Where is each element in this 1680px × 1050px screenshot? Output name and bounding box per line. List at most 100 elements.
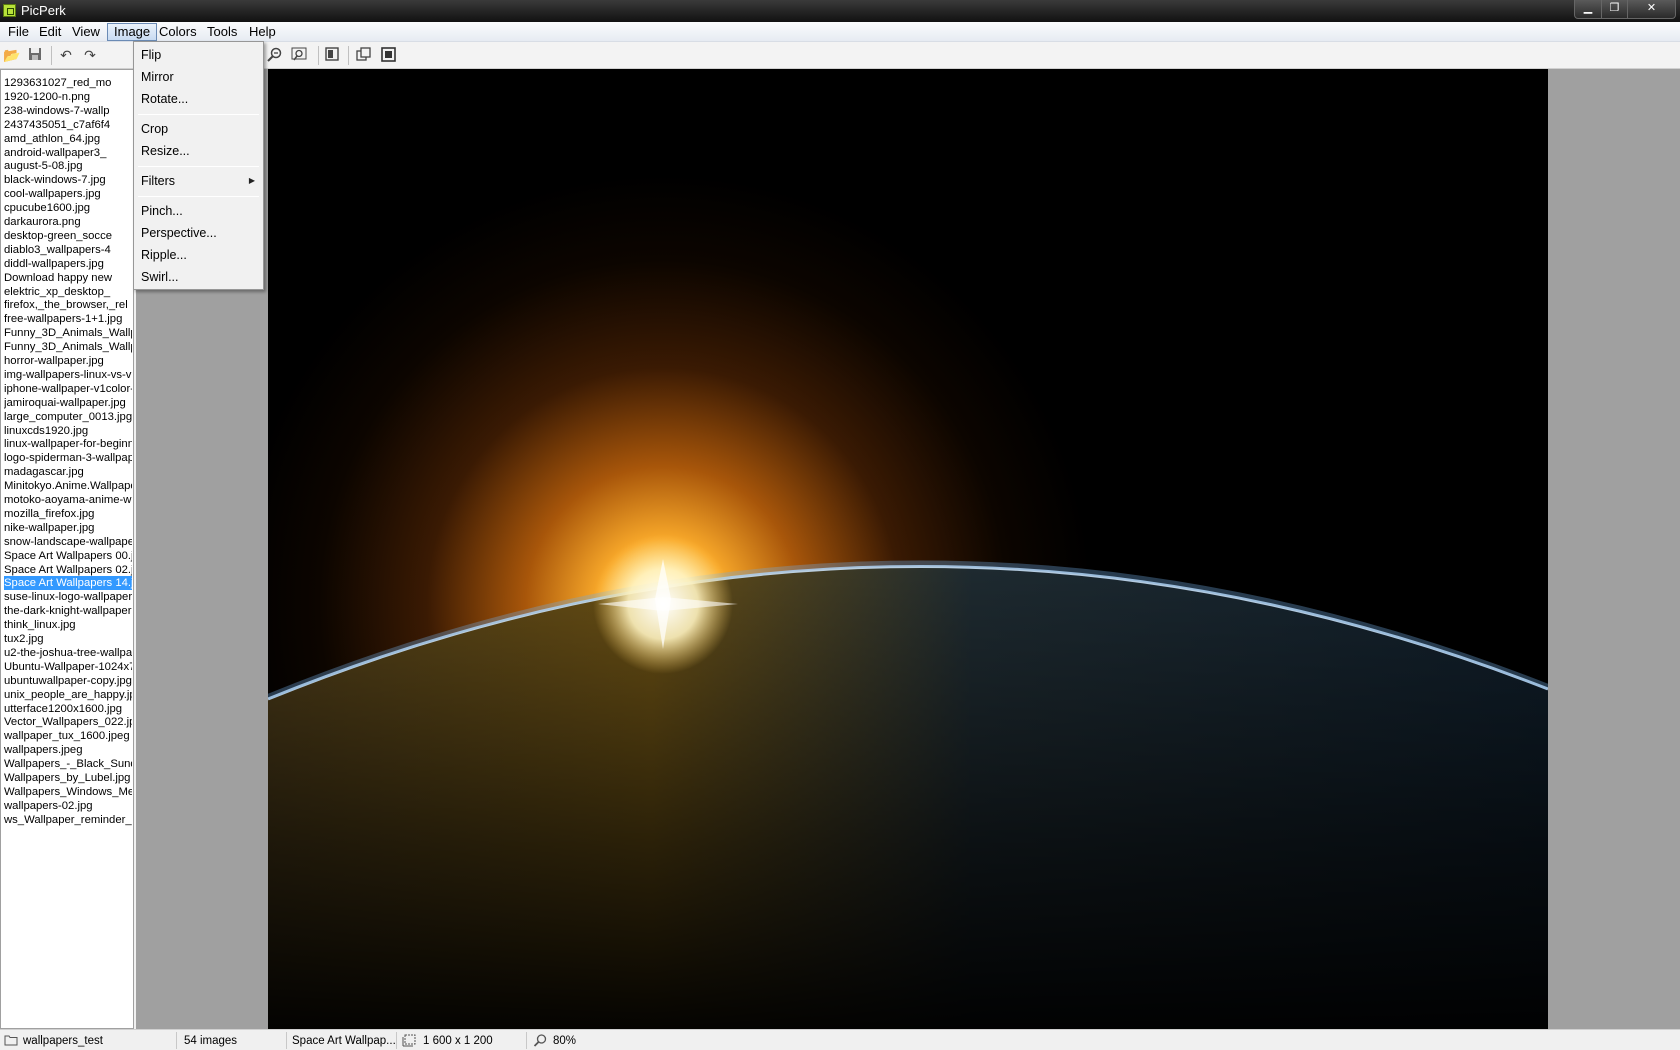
status-bar: wallpapers_test 54 images Space Art Wall… — [0, 1029, 1680, 1050]
menu-resize[interactable]: Resize... — [136, 141, 261, 161]
file-list-item[interactable]: jamiroquai-wallpaper.jpg — [4, 396, 132, 410]
file-list-item[interactable]: Vector_Wallpapers_022.jp — [4, 715, 132, 729]
file-list[interactable]: 1293631027_red_mo 1920-1200-n.png 238-wind… — [0, 69, 134, 1029]
file-list-item[interactable]: linux-wallpaper-for-beginn — [4, 437, 132, 451]
file-list-item[interactable]: Space Art Wallpapers 14.jp — [4, 576, 132, 591]
menu-filters[interactable]: Filters ▶ — [136, 171, 261, 191]
zoom-fit-icon[interactable] — [291, 47, 307, 63]
file-list-item[interactable]: madagascar.jpg — [4, 465, 132, 479]
file-list-item[interactable]: iphone-wallpaper-v1color-l — [4, 382, 132, 396]
redo-icon[interactable]: ↷ — [82, 47, 98, 63]
file-list-item[interactable]: wallpapers.jpeg — [4, 743, 132, 757]
file-list-item[interactable]: horror-wallpaper.jpg — [4, 354, 132, 368]
file-list-item[interactable]: utterface1200x1600.jpg — [4, 702, 132, 716]
file-list-item[interactable]: wallpaper_tux_1600.jpeg — [4, 729, 132, 743]
menu-view[interactable]: View — [66, 23, 106, 41]
menu-colors[interactable]: Colors — [153, 23, 203, 41]
file-list-item[interactable]: ws_Wallpaper_reminder_1 — [4, 813, 132, 827]
app-icon — [3, 4, 16, 17]
file-list-item[interactable]: Funny_3D_Animals_Wallpa — [4, 326, 132, 340]
file-list-item[interactable]: amd_athlon_64.jpg — [4, 132, 132, 146]
menu-pinch[interactable]: Pinch... — [136, 201, 261, 221]
file-list-item[interactable]: 1293631027_red_mo — [4, 76, 132, 90]
file-list-item[interactable]: 2437435051_c7af6f4 — [4, 118, 132, 132]
file-list-item[interactable]: Wallpapers_by_Lubel.jpg — [4, 771, 132, 785]
file-list-item[interactable]: logo-spiderman-3-wallpape — [4, 451, 132, 465]
folder-icon — [4, 1034, 18, 1047]
file-list-item[interactable]: motoko-aoyama-anime-wa — [4, 493, 132, 507]
file-list-item[interactable]: Funny_3D_Animals_Wallpa — [4, 340, 132, 354]
file-list-item[interactable]: snow-landscape-wallpaper — [4, 535, 132, 549]
menu-file[interactable]: File — [2, 23, 35, 41]
menu-separator — [138, 166, 259, 167]
file-list-item[interactable]: cpucube1600.jpg — [4, 201, 132, 215]
file-list-item[interactable]: 238-windows-7-wallp — [4, 104, 132, 118]
file-list-item[interactable]: u2-the-joshua-tree-wallpa — [4, 646, 132, 660]
menu-image[interactable]: Image — [107, 23, 158, 41]
file-list-item[interactable]: large_computer_0013.jpg — [4, 410, 132, 424]
menu-swirl[interactable]: Swirl... — [136, 267, 261, 287]
file-list-item[interactable]: android-wallpaper3_ — [4, 146, 132, 160]
maximize-button[interactable]: ❐ — [1601, 0, 1628, 19]
menu-separator — [138, 114, 259, 115]
file-list-item[interactable]: Download happy new — [4, 271, 132, 285]
status-zoom: 80% — [553, 1035, 577, 1047]
menu-perspective[interactable]: Perspective... — [136, 223, 261, 243]
file-list-item[interactable]: nike-wallpaper.jpg — [4, 521, 132, 535]
file-list-item[interactable]: Space Art Wallpapers 00.jp — [4, 549, 132, 563]
file-list-item[interactable]: img-wallpapers-linux-vs-vis — [4, 368, 132, 382]
zoom-icon — [533, 1034, 547, 1047]
file-list-item[interactable]: cool-wallpapers.jpg — [4, 187, 132, 201]
file-list-item[interactable]: the-dark-knight-wallpaper- — [4, 604, 132, 618]
file-list-item[interactable]: suse-linux-logo-wallpaper. — [4, 590, 132, 604]
stop-icon[interactable] — [380, 47, 396, 63]
file-list-item[interactable]: mozilla_firefox.jpg — [4, 507, 132, 521]
image-viewer[interactable] — [136, 69, 1680, 1029]
image-canvas[interactable] — [268, 69, 1548, 1029]
menu-tools[interactable]: Tools — [201, 23, 243, 41]
file-list-item[interactable]: black-windows-7.jpg — [4, 173, 132, 187]
file-list-item[interactable]: Wallpapers_-_Black_Sunda — [4, 757, 132, 771]
menu-bar: File Edit View Image Colors Tools Help — [0, 22, 1680, 42]
status-folder: wallpapers_test — [23, 1035, 103, 1047]
file-list-item[interactable]: desktop-green_socce — [4, 229, 132, 243]
menu-help[interactable]: Help — [243, 23, 282, 41]
file-list-item[interactable]: diddl-wallpapers.jpg — [4, 257, 132, 271]
menu-filters-label: Filters — [141, 174, 176, 188]
submenu-arrow-icon: ▶ — [248, 176, 255, 185]
file-list-item[interactable]: unix_people_are_happy.jp — [4, 688, 132, 702]
file-list-item[interactable]: Wallpapers_Windows_Mes — [4, 785, 132, 799]
file-list-item[interactable]: darkaurora.png — [4, 215, 132, 229]
file-list-item[interactable]: tux2.jpg — [4, 632, 132, 646]
file-list-item[interactable]: firefox,_the_browser,_rel — [4, 298, 132, 312]
minimize-button[interactable]: ▁ — [1574, 0, 1602, 19]
file-list-item[interactable]: Minitokyo.Anime.Wallpape — [4, 479, 132, 493]
undo-icon[interactable]: ↶ — [58, 47, 74, 63]
status-current-file: Space Art Wallpap... — [292, 1035, 396, 1047]
file-list-item[interactable]: 1920-1200-n.png — [4, 90, 132, 104]
save-icon[interactable] — [27, 47, 43, 63]
close-button[interactable]: ✕ — [1627, 0, 1676, 19]
copy-icon[interactable] — [355, 47, 371, 63]
zoom-out-icon[interactable] — [266, 47, 282, 63]
file-list-item[interactable]: ubuntuwallpaper-copy.jpg — [4, 674, 132, 688]
menu-ripple[interactable]: Ripple... — [136, 245, 261, 265]
fullscreen-icon[interactable] — [324, 47, 340, 63]
menu-rotate[interactable]: Rotate... — [136, 89, 261, 109]
file-list-item[interactable]: think_linux.jpg — [4, 618, 132, 632]
menu-crop[interactable]: Crop — [136, 119, 261, 139]
file-list-item[interactable]: elektric_xp_desktop_ — [4, 285, 132, 299]
file-list-item[interactable]: wallpapers-02.jpg — [4, 799, 132, 813]
file-list-item[interactable]: linuxcds1920.jpg — [4, 424, 132, 438]
menu-separator — [138, 196, 259, 197]
file-list-item[interactable]: august-5-08.jpg — [4, 159, 132, 173]
file-list-item[interactable]: Space Art Wallpapers 02.jp — [4, 563, 132, 577]
menu-edit[interactable]: Edit — [33, 23, 67, 41]
open-icon[interactable]: 📂 — [3, 47, 20, 63]
file-list-item[interactable]: Ubuntu-Wallpaper-1024x7 — [4, 660, 132, 674]
dimensions-icon — [402, 1034, 416, 1047]
file-list-item[interactable]: diablo3_wallpapers-4 — [4, 243, 132, 257]
menu-mirror[interactable]: Mirror — [136, 67, 261, 87]
file-list-item[interactable]: free-wallpapers-1+1.jpg — [4, 312, 132, 326]
menu-flip[interactable]: Flip — [136, 45, 261, 65]
